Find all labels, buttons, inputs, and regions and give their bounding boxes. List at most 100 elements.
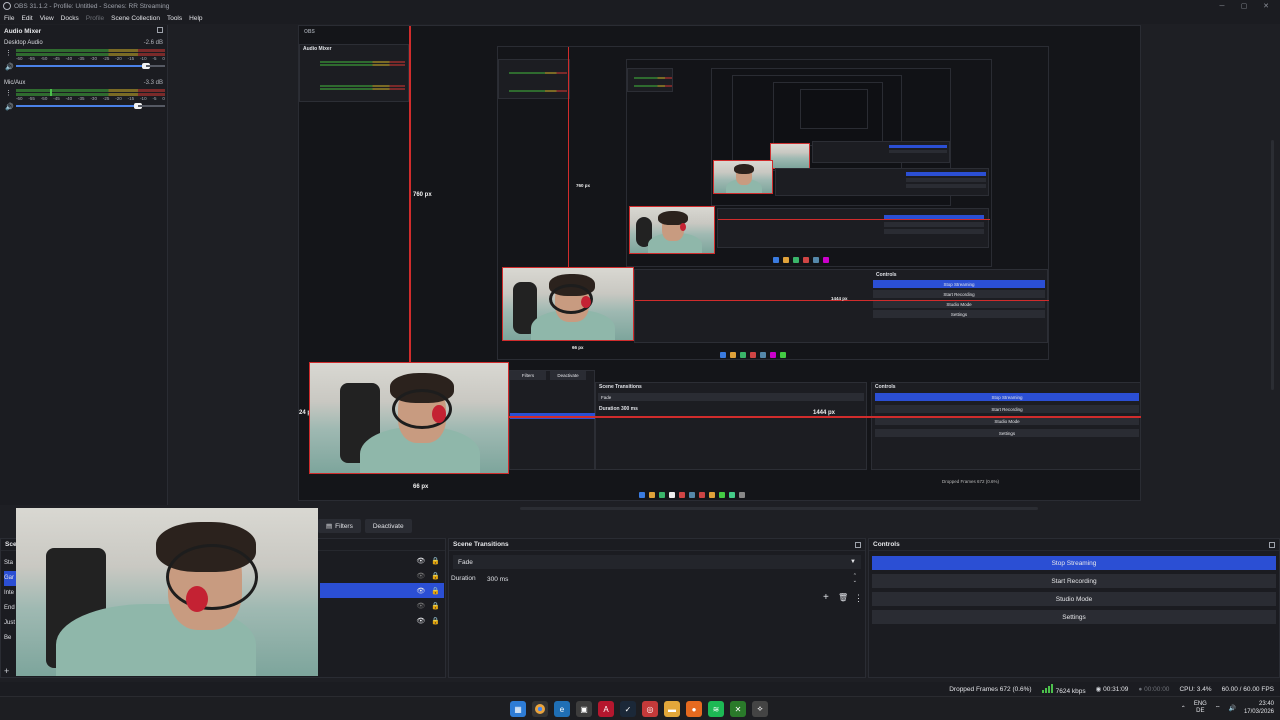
settings-button[interactable]: Settings <box>872 610 1276 624</box>
stepper-icon[interactable]: ⌃ ⌄ <box>853 574 857 584</box>
scene-item[interactable]: Be <box>4 631 16 646</box>
webcam-overlay <box>16 508 318 676</box>
recording-time: ● 00:00:00 <box>1138 685 1170 693</box>
window-title: OBS 31.1.2 - Profile: Untitled - Scenes:… <box>14 2 170 10</box>
volume-slider[interactable] <box>16 103 142 109</box>
menu-help[interactable]: Help <box>189 15 202 22</box>
filters-button[interactable]: ▤ Filters <box>318 519 361 533</box>
scene-item[interactable]: Just <box>4 616 16 631</box>
stop-streaming-button[interactable]: Stop Streaming <box>872 556 1276 570</box>
scene-transitions-title-text: Scene Transitions <box>453 541 509 548</box>
menu-view[interactable]: View <box>40 15 54 22</box>
preview-scrollbar-vertical[interactable] <box>1271 140 1274 390</box>
language-indicator[interactable]: ENG DE <box>1194 701 1207 715</box>
nested-capture-1: OBS Audio Mixer 760 px 66 px Controls St… <box>298 25 1141 501</box>
trash-icon[interactable]: 🗑 <box>838 593 848 602</box>
obs-logo-icon <box>3 2 11 10</box>
obs-icon[interactable]: ◎ <box>642 701 658 717</box>
eye-icon[interactable]: 👁 <box>416 617 425 625</box>
preview-scrollbar-horizontal[interactable] <box>520 507 1038 510</box>
file-explorer-icon[interactable]: ▬ <box>664 701 680 717</box>
source-row[interactable]: 👁 🔒 <box>320 613 444 628</box>
add-transition-icon[interactable]: + <box>823 592 829 603</box>
menu-docks[interactable]: Docks <box>61 15 79 22</box>
source-row[interactable]: 👁 🔒 <box>320 568 444 583</box>
maximize-icon[interactable]: ▢ <box>1232 0 1256 12</box>
transition-selected: Fade <box>458 558 473 566</box>
undock-icon[interactable] <box>1269 542 1275 548</box>
chevron-down-icon: ▼ <box>850 559 856 565</box>
duration-label: Duration <box>451 575 476 582</box>
chrome-icon[interactable] <box>532 701 548 717</box>
app-icon[interactable]: ⟡ <box>752 701 768 717</box>
menu-scene-collection[interactable]: Scene Collection <box>111 15 160 22</box>
menu-tools[interactable]: Tools <box>167 15 182 22</box>
stream-time: ◉ 00:31:09 <box>1095 686 1129 693</box>
add-scene-icon[interactable]: + <box>4 666 9 676</box>
eye-hidden-icon[interactable]: 👁 <box>416 572 425 580</box>
edge-icon[interactable]: e <box>554 701 570 717</box>
nested-controls: Controls Stop Streaming Start Recording … <box>871 382 1141 470</box>
guide-label-66: 66 px <box>413 484 429 490</box>
transition-select[interactable]: Fade ▼ <box>453 555 861 569</box>
studio-mode-button[interactable]: Studio Mode <box>872 592 1276 606</box>
close-icon[interactable]: ✕ <box>1254 0 1278 12</box>
source-row-selected[interactable]: 👁 🔒 <box>320 583 444 598</box>
minimize-icon[interactable]: ─ <box>1210 0 1234 12</box>
lock-icon[interactable]: 🔒 <box>431 587 440 595</box>
cpu-usage: CPU: 3.4% <box>1179 685 1212 693</box>
source-row[interactable]: 👁 🔒 <box>320 553 444 568</box>
lock-icon[interactable]: 🔒 <box>431 557 440 565</box>
lock-icon[interactable]: 🔒 <box>431 617 440 625</box>
scene-transitions-dock: Scene Transitions Fade ▼ Duration 300 ms… <box>448 538 866 678</box>
start-recording-button[interactable]: Start Recording <box>872 574 1276 588</box>
deactivate-label: Deactivate <box>372 522 404 530</box>
scene-item[interactable]: End <box>4 601 16 616</box>
lock-icon[interactable]: 🔒 <box>431 602 440 610</box>
speaker-icon[interactable]: 🔊 <box>5 63 14 71</box>
undock-icon[interactable] <box>157 27 163 33</box>
xbox-icon[interactable]: ✕ <box>730 701 746 717</box>
guide-line-vertical <box>409 26 411 362</box>
menu-edit[interactable]: Edit <box>21 15 32 22</box>
audio-mixer-dock: Audio Mixer Desktop Audio -2.6 dB ⋮ -60-… <box>0 25 168 505</box>
wifi-icon[interactable]: ⌔ <box>1215 704 1221 712</box>
undock-icon[interactable] <box>855 542 861 548</box>
source-row[interactable]: 👁 🔒 <box>320 598 444 613</box>
scene-item[interactable]: Gar <box>4 571 16 586</box>
tray-chevron-icon[interactable]: ⌃ <box>1181 705 1186 712</box>
scene-item[interactable]: Sta <box>4 556 16 571</box>
channel-name: Mic/Aux <box>4 80 26 86</box>
more-options-icon[interactable]: ⋮ <box>854 593 863 604</box>
menu-file[interactable]: File <box>4 15 14 22</box>
guide-line-horizontal <box>509 416 1141 418</box>
adobe-icon[interactable]: A <box>598 701 614 717</box>
deactivate-button[interactable]: Deactivate <box>364 519 412 533</box>
spotify-icon[interactable]: ≋ <box>708 701 724 717</box>
guide-label-1444: 1444 px <box>813 410 836 416</box>
lock-icon[interactable]: 🔒 <box>431 572 440 580</box>
nested-webcam-2 <box>502 267 634 341</box>
eye-hidden-icon[interactable]: 👁 <box>416 602 425 610</box>
clock[interactable]: 23:40 17/03/2026 <box>1244 700 1274 716</box>
nested-audio-mixer: Audio Mixer <box>299 44 409 102</box>
preview-canvas[interactable]: OBS Audio Mixer 760 px 66 px Controls St… <box>298 25 1141 501</box>
duration-input[interactable]: 300 ms ⌃ ⌄ <box>483 573 859 585</box>
store-icon[interactable]: ▣ <box>576 701 592 717</box>
scene-item[interactable]: Inte <box>4 586 16 601</box>
channel-menu-icon[interactable]: ⋮ <box>5 49 12 57</box>
eye-icon[interactable]: 👁 <box>416 557 425 565</box>
channel-menu-icon[interactable]: ⋮ <box>5 89 12 97</box>
mixer-channel-mic: Mic/Aux -3.3 dB ⋮ -60 -55 -50 -45 -40 -35 -30-… <box>0 77 167 117</box>
steam-icon[interactable]: ✓ <box>620 701 636 717</box>
menu-profile[interactable]: Profile <box>86 15 104 22</box>
nested-webcam-1[interactable] <box>309 362 509 474</box>
windows-start-icon[interactable]: ▦ <box>510 701 526 717</box>
eye-icon[interactable]: 👁 <box>416 587 425 595</box>
firefox-icon[interactable]: ● <box>686 701 702 717</box>
volume-slider[interactable] <box>16 63 150 69</box>
volume-icon[interactable]: 🔊 <box>1228 705 1235 712</box>
speaker-icon[interactable]: 🔊 <box>5 103 14 111</box>
filters-icon: ▤ <box>326 523 333 530</box>
filters-label: Filters <box>335 522 353 530</box>
